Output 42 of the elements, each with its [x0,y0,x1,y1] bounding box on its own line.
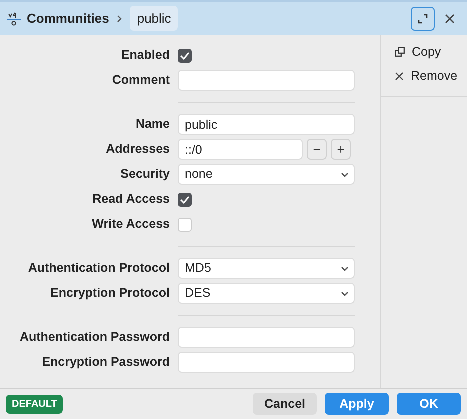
add-button[interactable]: + [331,139,351,160]
text-field[interactable] [178,70,355,91]
secondary-button[interactable]: Cancel [253,393,317,415]
window-title: Communities [27,10,110,28]
field-label: Addresses [105,141,171,158]
address-field[interactable]: ::/0 [178,139,303,160]
close-icon [395,72,404,80]
field-label: Name [134,116,171,134]
field-label: Write Access [91,216,171,234]
chevron-right-icon [117,14,122,22]
restore-icon [418,14,428,24]
chevron-down-icon [341,290,349,296]
primary-button[interactable]: OK [397,393,461,415]
text-field[interactable] [178,352,355,373]
field-label: Security [120,166,171,184]
field-label: Encryption Protocol [50,285,171,302]
field-label: Encryption Password [41,354,171,372]
status-badge: DEFAULT [6,394,64,414]
close-icon[interactable] [445,14,455,24]
menu-item[interactable]: Remove [411,66,458,86]
checkbox[interactable] [178,48,192,62]
remove-button[interactable]: − [307,139,327,160]
field-label: Comment [111,72,171,90]
text-field[interactable] [178,327,355,348]
field-label: Enabled [120,47,171,64]
field-label: Read Access [92,191,171,208]
menu-item[interactable]: Copy [412,42,442,62]
breadcrumb-item[interactable]: public [130,6,178,32]
field-label: Authentication Password [18,329,171,346]
restore-button[interactable] [411,6,435,30]
chevron-down-icon [341,172,349,178]
checkbox[interactable] [178,192,192,206]
dropdown[interactable]: none [178,164,355,185]
dropdown[interactable]: MD5 [178,258,355,279]
field-label: Authentication Protocol [27,260,171,278]
app-logo-icon [6,10,22,26]
dropdown[interactable]: DES [178,283,355,304]
chevron-down-icon [341,266,349,272]
checkbox[interactable] [178,218,192,232]
copy-icon [395,47,405,57]
primary-button[interactable]: Apply [325,393,389,415]
text-field[interactable]: public [178,114,355,135]
